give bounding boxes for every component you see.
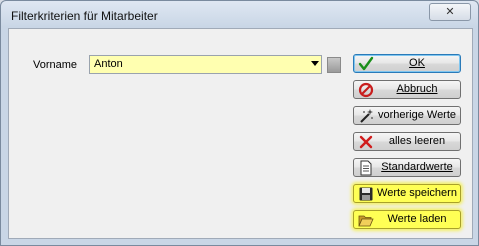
cancel-icon <box>358 82 374 98</box>
alles-leeren-button[interactable]: alles leeren <box>353 132 461 151</box>
close-icon: ✕ <box>445 5 455 18</box>
ok-label: OK <box>409 57 425 69</box>
chevron-down-icon[interactable] <box>311 61 319 66</box>
standardwerte-button[interactable]: Standardwerte <box>353 158 461 177</box>
magic-wand-icon <box>360 109 373 123</box>
werte-laden-button[interactable]: Werte laden <box>353 210 461 229</box>
werte-speichern-label: Werte speichern <box>377 187 457 199</box>
werte-speichern-button[interactable]: Werte speichern <box>353 184 461 203</box>
vorherige-werte-button[interactable]: vorherige Werte <box>353 106 461 125</box>
dialog-body: Vorname Anton OK Abbruch vorherige Werte… <box>8 28 473 239</box>
document-icon <box>360 160 372 176</box>
close-button[interactable]: ✕ <box>429 3 471 21</box>
delete-x-icon <box>359 135 373 149</box>
ok-button[interactable]: OK <box>353 54 461 73</box>
vorherige-werte-label: vorherige Werte <box>377 109 457 121</box>
lookup-button[interactable] <box>327 57 341 73</box>
vorname-combobox[interactable]: Anton <box>89 55 322 74</box>
standardwerte-label: Standardwerte <box>381 161 453 173</box>
alles-leeren-label: alles leeren <box>388 135 446 147</box>
abbruch-label: Abbruch <box>396 83 438 95</box>
window-title: Filterkriterien für Mitarbeiter <box>11 9 158 23</box>
abbruch-button[interactable]: Abbruch <box>353 80 461 99</box>
save-disk-icon <box>359 187 373 201</box>
check-icon <box>358 56 374 71</box>
vorname-label: Vorname <box>33 59 78 71</box>
open-folder-icon <box>358 215 374 227</box>
vorname-value: Anton <box>94 58 123 70</box>
dialog-window: Filterkriterien für Mitarbeiter ✕ Vornam… <box>0 0 479 246</box>
werte-laden-label: Werte laden <box>387 213 447 225</box>
title-bar[interactable]: Filterkriterien für Mitarbeiter ✕ <box>1 1 478 29</box>
